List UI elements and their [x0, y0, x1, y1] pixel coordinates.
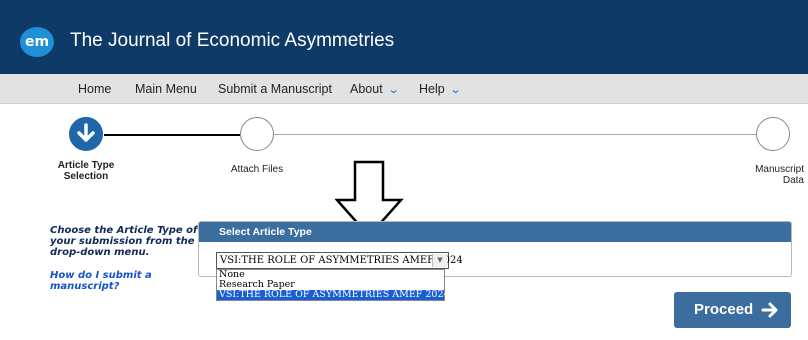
em-logo[interactable]: em	[20, 27, 54, 57]
step-label-article-type: Article Type Selection	[57, 160, 115, 182]
nav-submit-manuscript[interactable]: Submit a Manuscript	[218, 82, 332, 96]
stepper-line-pending	[274, 134, 756, 135]
nav-home[interactable]: Home	[78, 82, 111, 96]
step-label-manuscript-data: Manuscript Data	[755, 164, 804, 186]
dropdown-arrow-icon[interactable]: ▼	[432, 254, 447, 267]
article-type-dropdown-list: None Research Paper VSI:THE ROLE OF ASYM…	[216, 269, 450, 301]
nav-main-menu[interactable]: Main Menu	[135, 82, 197, 96]
step-attach-files-circle[interactable]	[240, 117, 274, 151]
app-header: em The Journal of Economic Asymmetries	[0, 0, 808, 74]
step-manuscript-data-circle[interactable]	[756, 117, 790, 151]
main-nav: Home Main Menu Submit a Manuscript About…	[0, 74, 808, 104]
chevron-down-icon: ⌄	[387, 84, 400, 96]
nav-about[interactable]: About ⌄	[350, 82, 400, 96]
arrow-down-icon	[77, 123, 95, 142]
step-label-attach-files: Attach Files	[230, 164, 284, 175]
option-vsi-asymmetries[interactable]: VSI:THE ROLE OF ASYMMETRIES AMEF 2024	[217, 290, 450, 300]
proceed-button[interactable]: Proceed	[674, 292, 791, 328]
article-type-select[interactable]: VSI:THE ROLE OF ASYMMETRIES AMEF 2024 ▼	[216, 252, 463, 269]
chevron-down-icon: ⌄	[449, 84, 462, 96]
article-type-instructions: Choose the Article Type of your submissi…	[50, 225, 198, 258]
proceed-label: Proceed	[694, 301, 754, 318]
stepper-line-completed	[104, 134, 240, 136]
arrow-right-icon	[761, 302, 778, 318]
step-article-type-circle[interactable]	[69, 117, 103, 151]
journal-title[interactable]: The Journal of Economic Asymmetries	[70, 30, 394, 52]
how-to-submit-link[interactable]: How do I submit a manuscript?	[50, 270, 200, 292]
panel-header: Select Article Type	[199, 222, 791, 242]
nav-help[interactable]: Help ⌄	[419, 82, 462, 96]
